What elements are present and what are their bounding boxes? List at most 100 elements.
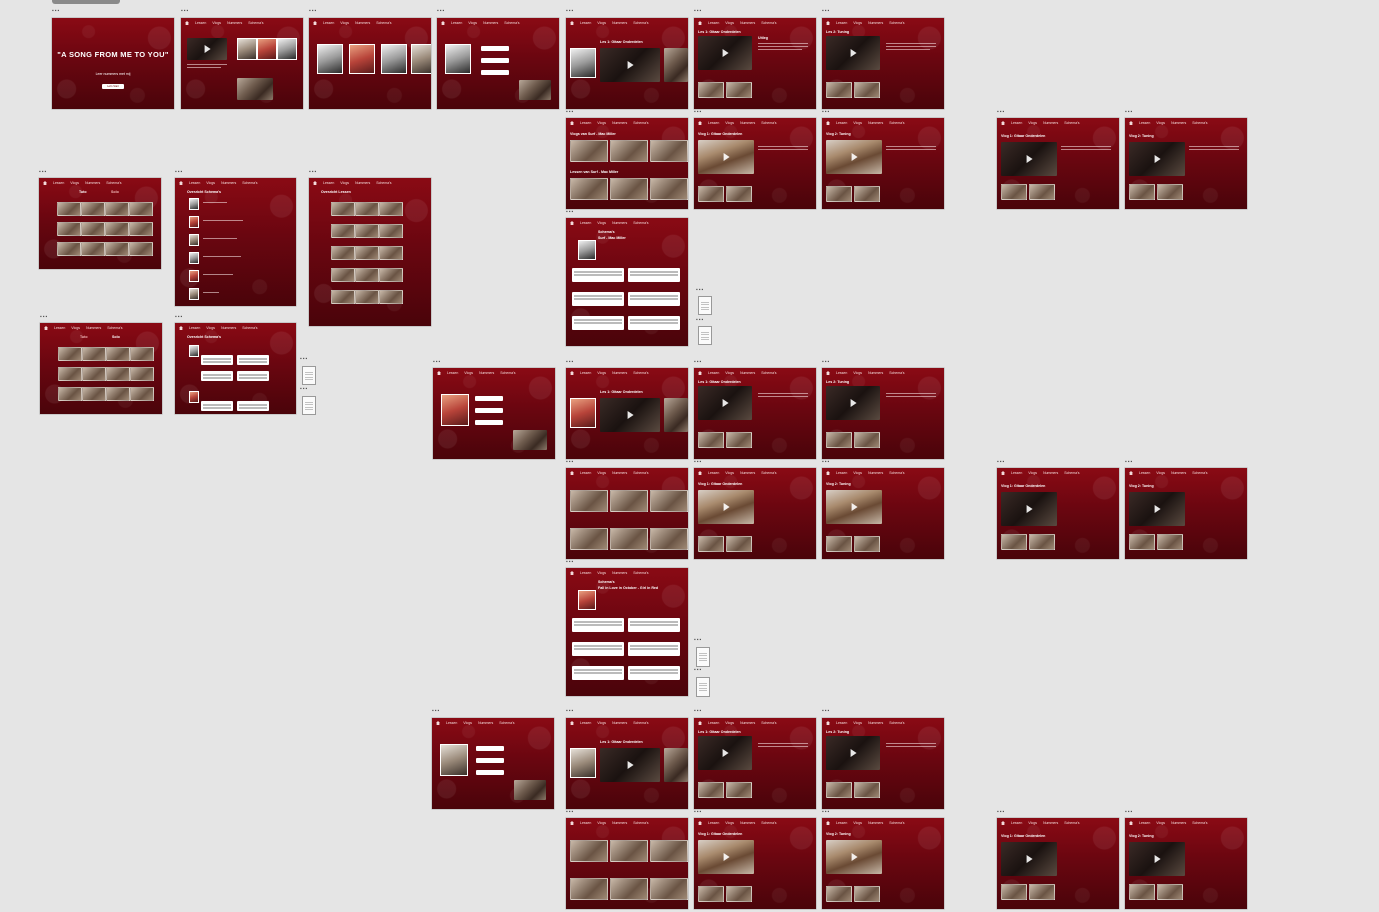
les2-frame[interactable]: Lessen Vlogs Nummers Schema's Les 2: Tuning <box>822 18 944 109</box>
nav-vlogs[interactable]: Vlogs <box>853 121 862 125</box>
play-icon[interactable] <box>1026 505 1033 513</box>
nav-schemas[interactable]: Schema's <box>889 21 904 25</box>
home-icon[interactable] <box>698 21 702 25</box>
nav-vlogs[interactable]: Vlogs <box>1028 821 1037 825</box>
video-thumb[interactable] <box>1001 184 1027 200</box>
nav-schemas[interactable]: Schema's <box>1192 121 1207 125</box>
video-thumb[interactable] <box>1157 884 1183 900</box>
list-item[interactable] <box>203 238 237 239</box>
play-icon[interactable] <box>1026 155 1033 163</box>
nav-vlogs[interactable]: Vlogs <box>597 721 606 725</box>
nav-schemas[interactable]: Schema's <box>248 21 263 25</box>
video-thumb[interactable] <box>355 246 379 260</box>
home-frame[interactable]: "A SONG FROM ME TO YOU" Leer nummers met… <box>52 18 174 109</box>
video-thumb[interactable] <box>610 878 648 900</box>
video-thumb[interactable] <box>379 268 403 282</box>
nav-nummers[interactable]: Nummers <box>612 221 627 225</box>
nav-vlogs[interactable]: Vlogs <box>597 471 606 475</box>
nav-vlogs[interactable]: Vlogs <box>70 181 79 185</box>
nav-lessen[interactable]: Lessen <box>195 21 206 25</box>
nav-nummers[interactable]: Nummers <box>740 121 755 125</box>
nav-nummers[interactable]: Nummers <box>483 21 498 25</box>
vlog1-alt-frame[interactable]: Lessen Vlogs Nummers Schema's Vlog 1: Gitaa… <box>997 118 1119 209</box>
tab-sheet[interactable] <box>628 618 680 632</box>
list-item[interactable] <box>203 292 219 293</box>
nav-lessen[interactable]: Lessen <box>1139 821 1150 825</box>
play-icon[interactable] <box>204 45 211 53</box>
album-cover[interactable] <box>189 288 199 300</box>
lesson-video[interactable] <box>698 386 752 420</box>
tab-sheet[interactable] <box>572 618 624 632</box>
nav-lessen[interactable]: Lessen <box>580 21 591 25</box>
nav-schemas[interactable]: Schema's <box>633 121 648 125</box>
play-icon[interactable] <box>851 503 858 511</box>
nav-vlogs[interactable]: Vlogs <box>725 21 734 25</box>
nav-vlogs[interactable]: Vlogs <box>853 471 862 475</box>
song2-les1-frame[interactable]: Lessen Vlogs Nummers Schema's Les 1: Gitaar… <box>694 368 816 459</box>
nav-nummers[interactable]: Nummers <box>1171 121 1186 125</box>
video-thumb[interactable] <box>82 347 106 361</box>
song3-les2-frame[interactable]: Lessen Vlogs Nummers Schema's Les 2: Tuning <box>822 718 944 809</box>
lesson-video[interactable] <box>600 398 660 432</box>
tab-solo[interactable]: Solo <box>111 190 119 194</box>
play-icon[interactable] <box>850 49 857 57</box>
nav-schemas[interactable]: Schema's <box>633 371 648 375</box>
home-icon[interactable] <box>1129 471 1133 475</box>
video-thumb[interactable] <box>82 367 106 381</box>
video-thumb[interactable] <box>331 202 355 216</box>
video-thumb[interactable] <box>726 432 752 448</box>
nav-schemas[interactable]: Schema's <box>1192 471 1207 475</box>
option-button[interactable] <box>476 770 504 775</box>
video-thumb[interactable] <box>331 268 355 282</box>
nav-schemas[interactable]: Schema's <box>376 181 391 185</box>
song3-vlog1-alt-frame[interactable]: Lessen Vlogs Nummers Schema's Vlog 1: Gitaa… <box>997 818 1119 909</box>
option-button[interactable] <box>481 46 509 51</box>
nav-vlogs[interactable]: Vlogs <box>1028 121 1037 125</box>
album-cover[interactable] <box>349 44 375 74</box>
song-schema-frame[interactable]: Lessen Vlogs Nummers Schema's Schema's Surf… <box>566 218 688 346</box>
nav-vlogs[interactable]: Vlogs <box>725 371 734 375</box>
vlog-video[interactable] <box>1001 142 1057 176</box>
nav-schemas[interactable]: Schema's <box>889 471 904 475</box>
list-item[interactable] <box>203 274 233 275</box>
album-cover[interactable] <box>440 744 468 776</box>
play-icon[interactable] <box>851 153 858 161</box>
nav-schemas[interactable]: Schema's <box>761 471 776 475</box>
video-thumb[interactable] <box>610 840 648 862</box>
video-thumb[interactable] <box>570 878 608 900</box>
preview-video[interactable] <box>237 78 273 100</box>
nav-lessen[interactable]: Lessen <box>580 721 591 725</box>
nav-schemas[interactable]: Schema's <box>1064 821 1079 825</box>
home-icon[interactable] <box>43 181 47 185</box>
video-thumb[interactable] <box>355 224 379 238</box>
video-thumb[interactable] <box>81 242 105 256</box>
play-icon[interactable] <box>722 49 729 57</box>
play-icon[interactable] <box>627 61 634 69</box>
tab-solo[interactable]: Solo <box>112 335 120 339</box>
song2-vlog1-frame[interactable]: Lessen Vlogs Nummers Schema's Vlog 1: Gitaa… <box>694 468 816 559</box>
video-thumb[interactable] <box>854 432 880 448</box>
lesson-video[interactable] <box>698 736 752 770</box>
nav-lessen[interactable]: Lessen <box>1139 471 1150 475</box>
home-icon[interactable] <box>570 571 574 575</box>
album-cover[interactable] <box>189 345 199 357</box>
album-cover[interactable] <box>411 44 431 74</box>
home-icon[interactable] <box>698 471 702 475</box>
tab-sheet[interactable] <box>572 666 624 680</box>
album-cover[interactable] <box>189 198 199 210</box>
nav-nummers[interactable]: Nummers <box>612 721 627 725</box>
document-page[interactable] <box>696 647 710 667</box>
option-button[interactable] <box>476 746 504 751</box>
video-thumb[interactable] <box>105 202 129 216</box>
tab-sheet[interactable] <box>201 401 233 411</box>
video-thumb[interactable] <box>698 186 724 202</box>
list-item[interactable] <box>203 220 243 221</box>
video-thumb[interactable] <box>130 347 154 361</box>
solo-grid-frame[interactable]: Lessen Vlogs Nummers Schema's Tuto Solo <box>40 323 162 414</box>
nav-schemas[interactable]: Schema's <box>500 371 515 375</box>
nav-nummers[interactable]: Nummers <box>612 121 627 125</box>
song3-vlog1-frame[interactable]: Lessen Vlogs Nummers Schema's Vlog 1: Gitaa… <box>694 818 816 909</box>
play-icon[interactable] <box>723 503 730 511</box>
vlog-video[interactable] <box>1129 492 1185 526</box>
nav-lessen[interactable]: Lessen <box>836 121 847 125</box>
